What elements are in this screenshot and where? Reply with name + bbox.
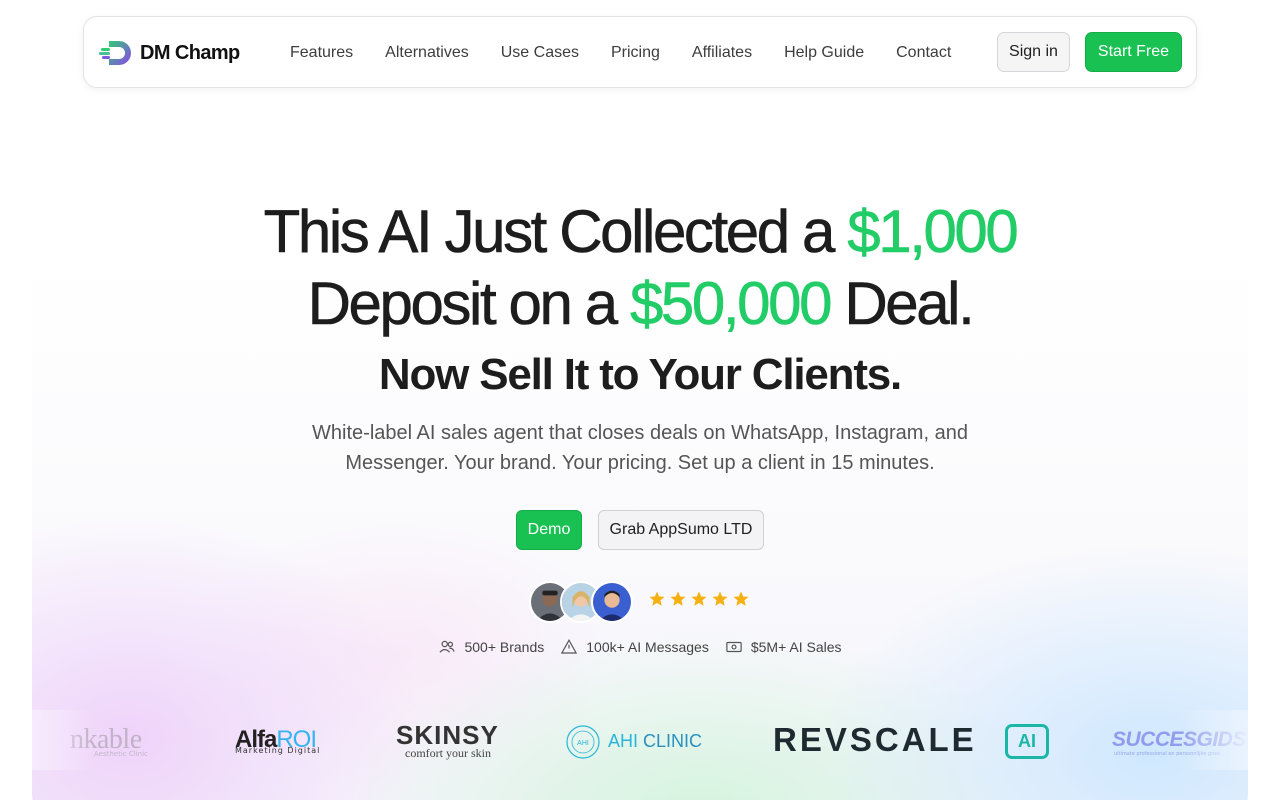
nav-link-alternatives[interactable]: Alternatives — [385, 44, 469, 62]
nav-link-contact[interactable]: Contact — [896, 44, 951, 62]
dm-champ-logo-icon — [99, 41, 131, 65]
star-icon — [690, 590, 708, 608]
logo-clinic-text: CLINIC — [638, 731, 703, 751]
hero-subheadline: Now Sell It to Your Clients. — [378, 350, 902, 399]
users-icon — [438, 638, 456, 656]
star-icon — [648, 590, 666, 608]
headline-part1: This AI Just Collected a — [263, 198, 848, 266]
logo-alfaroi-subtitle: Marketing Digital — [235, 746, 321, 755]
start-free-button[interactable]: Start Free — [1085, 32, 1182, 72]
nav-link-help-guide[interactable]: Help Guide — [784, 44, 864, 62]
navbar: DM Champ Features Alternatives Use Cases… — [83, 16, 1197, 88]
logo-ahi-clinic: AHI CLINIC — [608, 731, 702, 752]
headline-amount1: $1,000 — [847, 198, 1019, 266]
stat-brands: 500+ Brands — [438, 638, 544, 656]
ahi-clinic-seal-icon: AHI — [566, 725, 600, 759]
headline-part3: Deal. — [830, 270, 975, 338]
nav-link-pricing[interactable]: Pricing — [611, 44, 660, 62]
money-icon — [725, 638, 743, 656]
headline-part2: Deposit on a — [307, 270, 630, 338]
stat-sales: $5M+ AI Sales — [725, 638, 842, 656]
hero-description: White-label AI sales agent that closes d… — [312, 422, 968, 474]
nav-link-affiliates[interactable]: Affiliates — [692, 44, 752, 62]
ahi-seal-text: AHI — [577, 740, 589, 747]
brand-name: DM Champ — [140, 41, 240, 64]
logo-revscale-ai-badge: AI — [1005, 724, 1049, 759]
avatar — [591, 581, 633, 623]
logo-revscale: REVSCALE — [773, 721, 977, 758]
stat-messages: 100k+ AI Messages — [560, 638, 709, 656]
nav-link-features[interactable]: Features — [290, 44, 353, 62]
customer-avatars — [529, 581, 633, 623]
logo-ahi-text: AHI — [608, 731, 639, 751]
logo-strip-fade-right — [1180, 710, 1248, 770]
triangle-icon — [560, 638, 578, 656]
nav-links: Features Alternatives Use Cases Pricing … — [290, 17, 951, 89]
demo-button[interactable]: Demo — [516, 510, 582, 550]
appsumo-button[interactable]: Grab AppSumo LTD — [598, 510, 764, 550]
nav-link-use-cases[interactable]: Use Cases — [501, 44, 579, 62]
logo-linkable-subtitle: Aesthetic Clinic — [94, 750, 148, 758]
logo-strip-fade-left — [32, 710, 92, 770]
star-icon — [711, 590, 729, 608]
logo-skinsy-subtitle: comfort your skin — [405, 746, 491, 760]
headline-amount2: $50,000 — [629, 270, 833, 338]
stats-row: 500+ Brands 100k+ AI Messages $5M+ AI Sa… — [0, 638, 1280, 656]
stat-label: $5M+ AI Sales — [750, 639, 842, 655]
rating-stars — [648, 590, 753, 608]
stat-label: 100k+ AI Messages — [586, 639, 709, 655]
star-icon — [669, 590, 687, 608]
sign-in-button[interactable]: Sign in — [997, 32, 1070, 72]
star-icon — [732, 590, 750, 608]
brand-logo[interactable]: DM Champ — [99, 39, 240, 67]
stat-label: 500+ Brands — [464, 639, 545, 655]
hero-headline: This AI Just Collected a $1,000 Deposit … — [0, 196, 1280, 340]
